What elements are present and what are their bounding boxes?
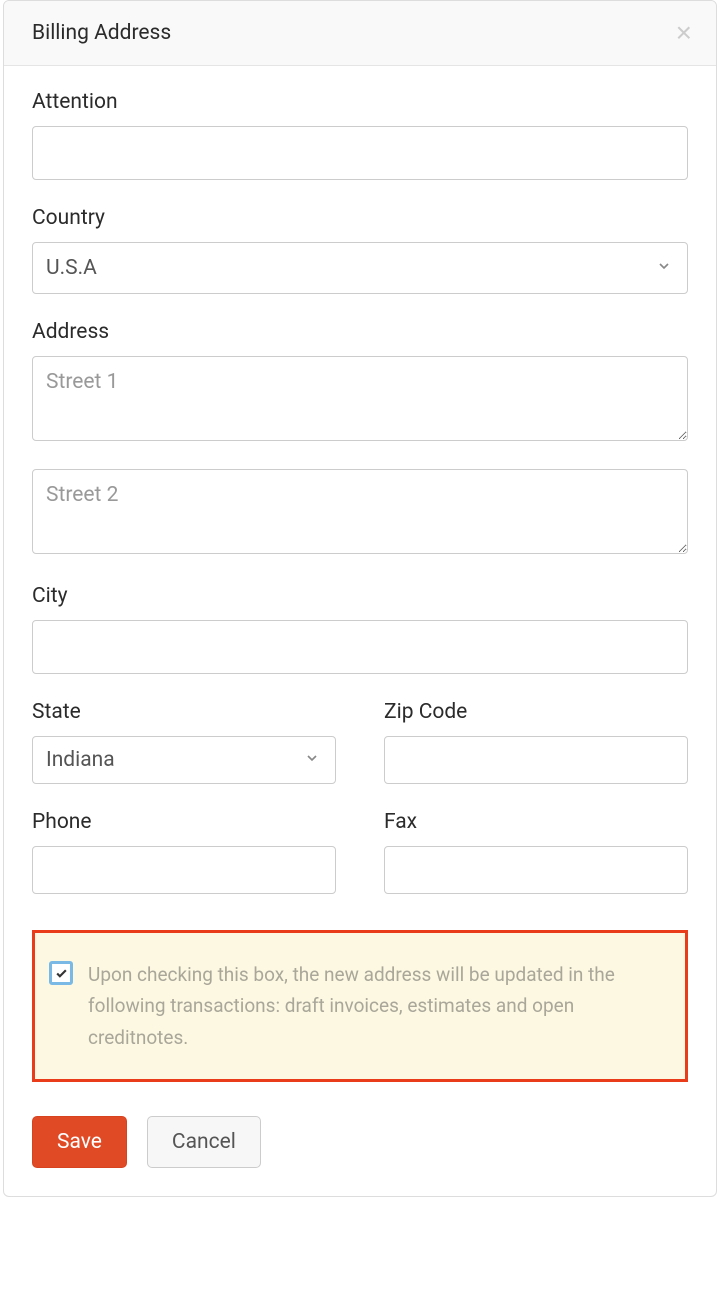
- street1-input[interactable]: [32, 356, 688, 441]
- fax-group: Fax: [384, 810, 688, 894]
- attention-input[interactable]: [32, 126, 688, 180]
- state-label: State: [32, 700, 336, 724]
- close-icon[interactable]: ×: [676, 19, 692, 47]
- city-input[interactable]: [32, 620, 688, 674]
- city-group: City: [32, 584, 688, 674]
- modal-title: Billing Address: [32, 21, 171, 45]
- modal-header: Billing Address ×: [4, 1, 716, 66]
- zip-label: Zip Code: [384, 700, 688, 724]
- phone-fax-row: Phone Fax: [32, 810, 688, 920]
- fax-input[interactable]: [384, 846, 688, 894]
- billing-address-modal: Billing Address × Attention Country U.S.…: [3, 0, 717, 1197]
- zip-input[interactable]: [384, 736, 688, 784]
- attention-group: Attention: [32, 90, 688, 180]
- save-button[interactable]: Save: [32, 1116, 127, 1168]
- phone-input[interactable]: [32, 846, 336, 894]
- phone-label: Phone: [32, 810, 336, 834]
- notice-text: Upon checking this box, the new address …: [88, 959, 667, 1053]
- state-zip-row: State Indiana Zip Code: [32, 700, 688, 810]
- check-icon: [55, 967, 68, 980]
- street2-input[interactable]: [32, 469, 688, 554]
- address-label: Address: [32, 320, 688, 344]
- cancel-button[interactable]: Cancel: [147, 1116, 261, 1168]
- country-label: Country: [32, 206, 688, 230]
- city-label: City: [32, 584, 688, 608]
- state-select[interactable]: Indiana: [32, 736, 336, 784]
- country-select-wrapper: U.S.A: [32, 242, 688, 294]
- address-group: Address: [32, 320, 688, 558]
- phone-group: Phone: [32, 810, 336, 894]
- state-select-wrapper: Indiana: [32, 736, 336, 784]
- update-transactions-notice: Upon checking this box, the new address …: [32, 930, 688, 1082]
- zip-group: Zip Code: [384, 700, 688, 784]
- attention-label: Attention: [32, 90, 688, 114]
- country-select[interactable]: U.S.A: [32, 242, 688, 294]
- modal-body: Attention Country U.S.A Address City: [4, 66, 716, 1196]
- modal-footer: Save Cancel: [32, 1116, 688, 1168]
- country-group: Country U.S.A: [32, 206, 688, 294]
- update-transactions-checkbox[interactable]: [49, 961, 73, 985]
- fax-label: Fax: [384, 810, 688, 834]
- state-group: State Indiana: [32, 700, 336, 784]
